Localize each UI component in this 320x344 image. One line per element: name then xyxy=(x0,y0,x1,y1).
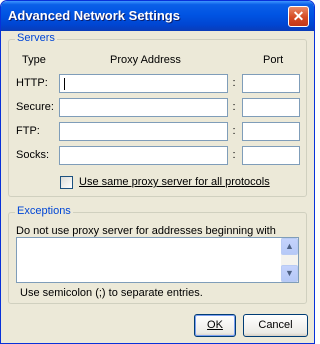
ftp-port-field[interactable] xyxy=(242,122,300,141)
secure-separator: : xyxy=(232,101,236,113)
column-header-port: Port xyxy=(263,54,284,66)
close-button[interactable]: ✕ xyxy=(288,6,309,27)
servers-group: Servers Type Proxy Address Port HTTP: : … xyxy=(8,32,307,197)
ftp-address-field[interactable] xyxy=(59,122,228,141)
scroll-up-icon[interactable]: ▲ xyxy=(281,238,298,255)
exceptions-hint: Use semicolon (;) to separate entries. xyxy=(20,287,203,299)
socks-port-field[interactable] xyxy=(242,146,300,165)
exceptions-textarea[interactable]: ▲ ▼ xyxy=(16,237,299,283)
socks-address-input[interactable] xyxy=(60,147,227,164)
secure-address-input[interactable] xyxy=(60,99,227,116)
exceptions-legend: Exceptions xyxy=(15,205,73,217)
http-port-field[interactable] xyxy=(242,74,300,93)
same-proxy-checkbox[interactable] xyxy=(60,176,73,189)
ok-button-label: OK xyxy=(207,319,223,331)
column-header-proxy-address: Proxy Address xyxy=(110,54,181,66)
ftp-separator: : xyxy=(232,125,236,137)
text-caret xyxy=(64,78,65,90)
same-proxy-label[interactable]: Use same proxy server for all protocols xyxy=(79,176,270,188)
socks-address-field[interactable] xyxy=(59,146,228,165)
title-bar[interactable]: Advanced Network Settings ✕ xyxy=(1,1,314,31)
ftp-label: FTP: xyxy=(16,125,40,137)
secure-port-input[interactable] xyxy=(243,99,299,116)
cancel-button-label: Cancel xyxy=(258,319,293,331)
secure-address-field[interactable] xyxy=(59,98,228,117)
http-address-field[interactable] xyxy=(59,74,228,93)
ftp-address-input[interactable] xyxy=(60,123,227,140)
advanced-network-settings-dialog: Advanced Network Settings ✕ Servers Type… xyxy=(0,0,315,344)
socks-label: Socks: xyxy=(16,149,50,161)
http-address-input[interactable] xyxy=(60,75,227,92)
http-label: HTTP: xyxy=(16,77,48,89)
exceptions-description: Do not use proxy server for addresses be… xyxy=(16,225,276,237)
http-separator: : xyxy=(232,77,236,89)
ok-button[interactable]: OK xyxy=(194,314,236,337)
servers-legend: Servers xyxy=(15,32,57,44)
socks-port-input[interactable] xyxy=(243,147,299,164)
secure-port-field[interactable] xyxy=(242,98,300,117)
secure-label: Secure: xyxy=(16,101,54,113)
exceptions-group: Exceptions Do not use proxy server for a… xyxy=(8,205,307,304)
http-port-input[interactable] xyxy=(243,75,299,92)
window-title: Advanced Network Settings xyxy=(8,8,180,23)
column-header-type: Type xyxy=(22,54,46,66)
ftp-port-input[interactable] xyxy=(243,123,299,140)
cancel-button[interactable]: Cancel xyxy=(243,314,308,337)
close-icon: ✕ xyxy=(292,8,305,24)
scroll-down-icon[interactable]: ▼ xyxy=(281,265,298,282)
exceptions-scrollbar[interactable]: ▲ ▼ xyxy=(281,238,298,282)
socks-separator: : xyxy=(232,149,236,161)
